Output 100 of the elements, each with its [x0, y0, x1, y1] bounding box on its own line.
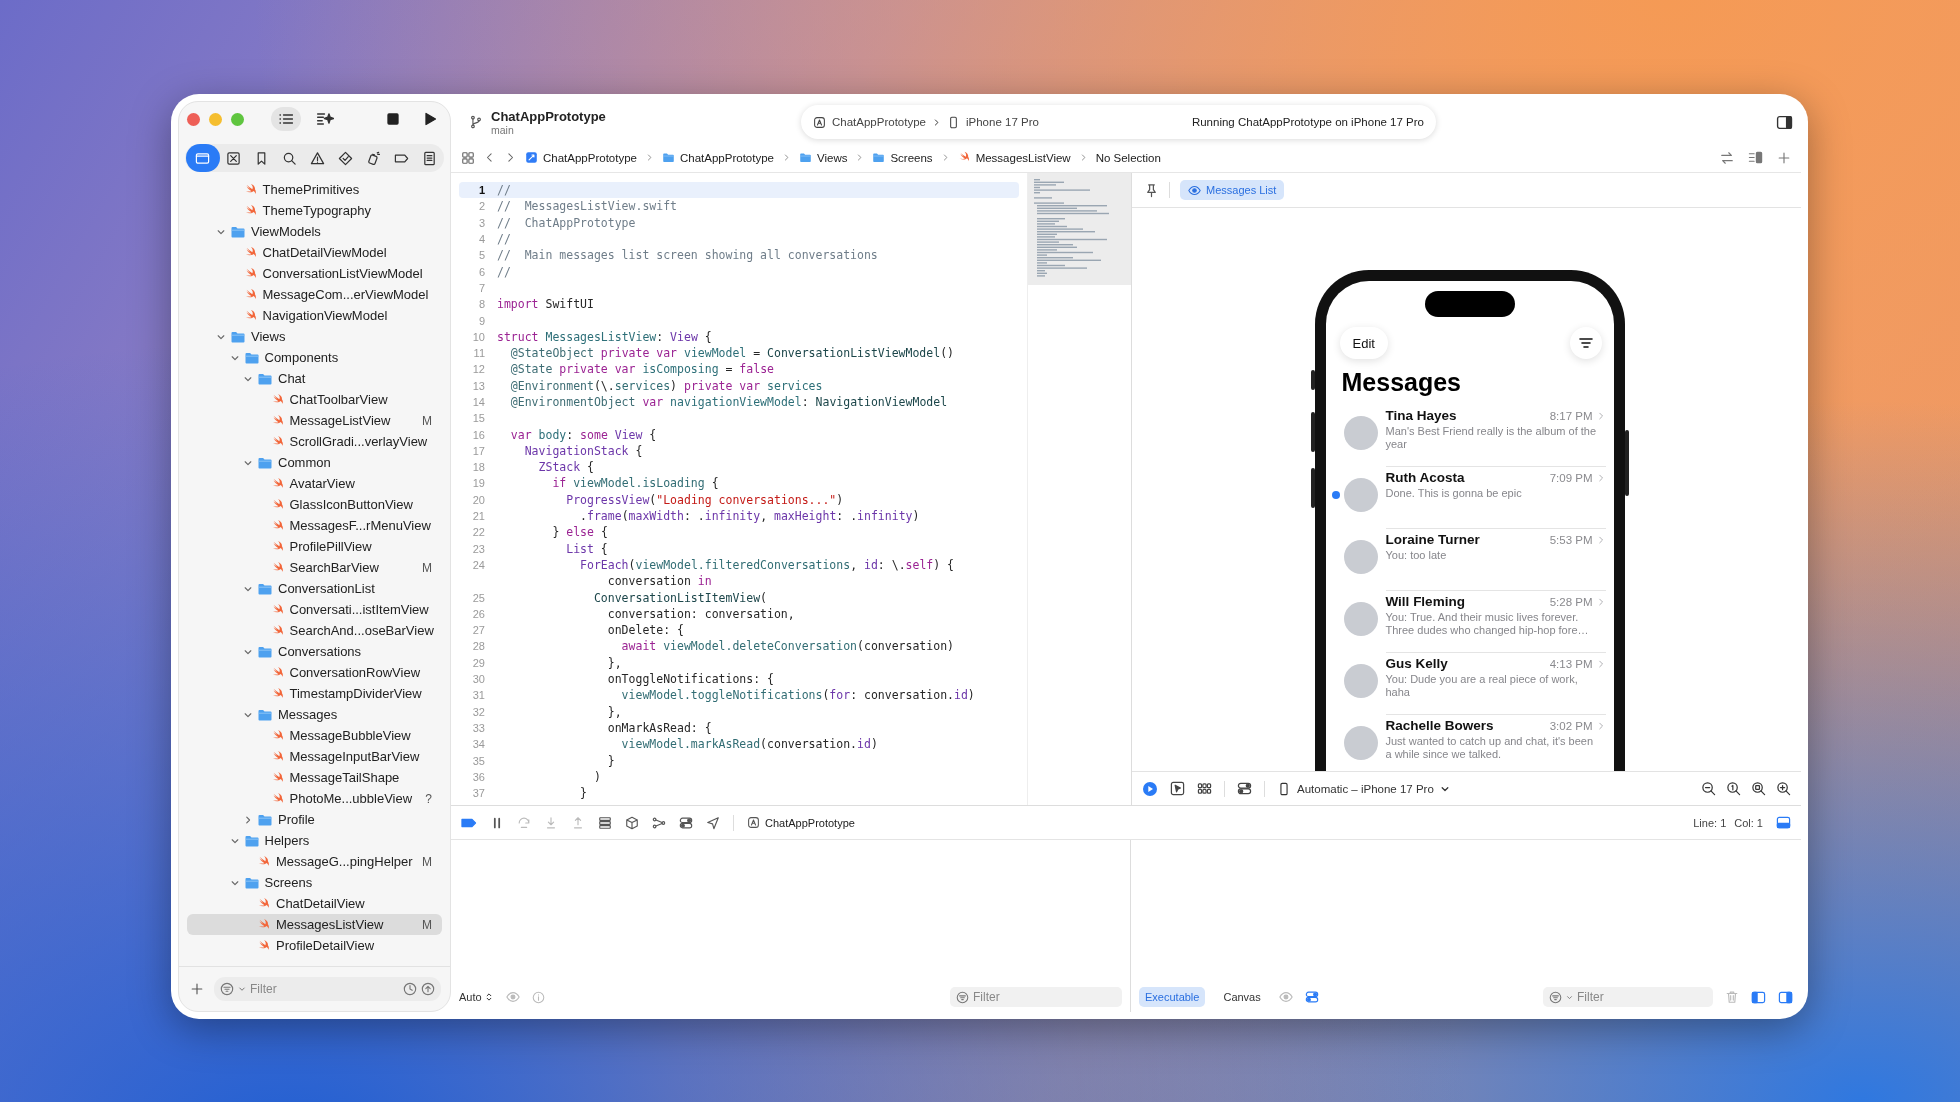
document-icon[interactable] — [421, 150, 437, 166]
square-x-icon[interactable] — [226, 150, 242, 166]
pin-icon[interactable] — [1144, 182, 1159, 198]
diamond-check-icon[interactable] — [337, 150, 353, 166]
file-item[interactable]: TimestampDividerView — [187, 683, 442, 704]
panel-icon[interactable] — [1776, 815, 1791, 830]
file-item[interactable]: ThemePrimitives — [187, 179, 442, 200]
editor-options-icon[interactable] — [1748, 150, 1763, 165]
play-icon[interactable] — [422, 111, 438, 127]
spray-can-icon[interactable] — [365, 150, 381, 166]
upload-icon[interactable] — [421, 982, 435, 996]
breadcrumb[interactable]: ChatAppPrototype — [662, 151, 774, 164]
file-item[interactable]: MessageG...pingHelper M — [187, 851, 442, 872]
zoom-in-icon[interactable] — [1776, 781, 1791, 796]
layers-icon[interactable] — [598, 815, 612, 830]
auto-popup[interactable]: Auto — [459, 991, 494, 1003]
chevron-icon[interactable] — [243, 814, 253, 825]
scheme-button[interactable]: ChatAppPrototype — [813, 115, 926, 129]
folder-icon[interactable] — [195, 150, 211, 166]
file-item[interactable]: MessagesF...rMenuView — [187, 515, 442, 536]
filter-input[interactable]: Filter — [973, 990, 1116, 1004]
folder-item[interactable]: Chat — [187, 368, 442, 389]
file-item[interactable]: ThemeTypography — [187, 200, 442, 221]
file-item[interactable]: MessageCom...erViewModel — [187, 284, 442, 305]
toggles-icon[interactable] — [1237, 781, 1252, 796]
folder-item[interactable]: Messages — [187, 704, 442, 725]
cube-icon[interactable] — [625, 815, 639, 830]
file-item[interactable]: ProfilePillView — [187, 536, 442, 557]
file-item[interactable]: ConversationRowView — [187, 662, 442, 683]
filter-input[interactable]: Filter — [1577, 990, 1707, 1004]
left-panel-icon[interactable] — [1751, 989, 1766, 1005]
conversation-row[interactable]: Loraine Turner 5:53 PM You: too late — [1325, 529, 1614, 591]
scope-tab[interactable]: Canvas — [1217, 987, 1267, 1007]
grid-icon[interactable] — [1197, 781, 1212, 796]
file-item[interactable]: MessageListView M — [187, 410, 442, 431]
conversation-row[interactable]: Gus Kelly 4:13 PM You: Dude you are a real piece of work, haha — [1325, 653, 1614, 715]
breadcrumb[interactable]: No Selection — [1095, 151, 1161, 164]
file-item[interactable]: SearchAnd...oseBarView — [187, 620, 442, 641]
filter-field[interactable]: Filter — [214, 977, 441, 1001]
file-item[interactable]: MessageInputBarView — [187, 746, 442, 767]
plus-icon[interactable] — [190, 982, 204, 996]
zoom-to-fit-icon[interactable] — [1751, 781, 1766, 796]
breadcrumb[interactable]: ChatAppPrototype — [525, 151, 637, 164]
close-button[interactable] — [187, 112, 200, 126]
zoom-out-icon[interactable] — [1701, 781, 1716, 796]
folder-item[interactable]: Views — [187, 326, 442, 347]
edit-button[interactable]: Edit — [1339, 327, 1388, 359]
filter-icon[interactable] — [1577, 335, 1594, 351]
folder-item[interactable]: Common — [187, 452, 442, 473]
breadcrumb[interactable]: Views — [798, 151, 848, 164]
graph-icon[interactable] — [652, 815, 666, 830]
folder-item[interactable]: Profile — [187, 809, 442, 830]
preview-tab[interactable]: Messages List — [1180, 180, 1285, 200]
file-item[interactable]: ScrollGradi...verlayView — [187, 431, 442, 452]
conversation-row[interactable]: Ruth Acosta 7:09 PM Done. This is gonna be epic — [1325, 467, 1614, 529]
file-item[interactable]: MessageBubbleView — [187, 725, 442, 746]
warning-icon[interactable] — [310, 150, 325, 166]
filter-input[interactable]: Filter — [250, 982, 399, 996]
breadcrumb[interactable]: Screens — [872, 151, 933, 164]
file-item[interactable]: ProfileDetailView — [187, 935, 442, 956]
file-item[interactable]: GlassIconButtonView — [187, 494, 442, 515]
inspector-toggle-icon[interactable] — [1776, 113, 1793, 131]
right-panel-icon[interactable] — [1778, 989, 1793, 1005]
breadcrumb[interactable]: MessagesListView — [957, 151, 1071, 164]
toggles-icon[interactable] — [679, 815, 693, 830]
clock-icon[interactable] — [403, 982, 417, 996]
filter-button[interactable] — [1569, 327, 1602, 359]
file-item[interactable]: Conversati...istItemView — [187, 599, 442, 620]
folder-item[interactable]: Conversations — [187, 641, 442, 662]
folder-item[interactable]: Screens — [187, 872, 442, 893]
file-item[interactable]: NavigationViewModel — [187, 305, 442, 326]
stop-icon[interactable] — [385, 111, 401, 127]
branch-icon[interactable] — [469, 115, 483, 129]
filter-field[interactable]: Filter — [950, 987, 1122, 1007]
cursor-icon[interactable] — [1170, 781, 1185, 796]
file-item[interactable]: ChatDetailView — [187, 893, 442, 914]
file-item[interactable]: MessagesListView M — [187, 914, 442, 935]
folder-item[interactable]: ConversationList — [187, 578, 442, 599]
eye-icon[interactable] — [1188, 183, 1201, 197]
device-menu[interactable]: Automatic – iPhone 17 Pro — [1277, 781, 1450, 796]
folder-item[interactable]: ViewModels — [187, 221, 442, 242]
swap-icon[interactable] — [1720, 150, 1734, 165]
filter-field[interactable]: Filter — [1543, 987, 1713, 1007]
conversation-row[interactable]: Will Fleming 5:28 PM You: True. And their music lives forever. Three dudes who changed hip-hop fore… — [1325, 591, 1614, 653]
file-item[interactable]: MessageTailShape — [187, 767, 442, 788]
toggles-icon[interactable] — [1304, 990, 1319, 1004]
actual-size-icon[interactable] — [1726, 781, 1741, 796]
file-item[interactable]: AvatarView — [187, 473, 442, 494]
run-destination-button[interactable]: iPhone 17 Pro — [947, 115, 1039, 129]
file-item[interactable]: SearchBarView M — [187, 557, 442, 578]
folder-item[interactable]: Helpers — [187, 830, 442, 851]
conversation-row[interactable]: Tina Hayes 8:17 PM Man's Best Friend really is the album of the year — [1325, 405, 1614, 467]
sidebar-toggle-button[interactable] — [271, 107, 301, 131]
scope-tab[interactable]: Executable — [1139, 987, 1206, 1007]
conversation-row[interactable]: Rachelle Bowers 3:02 PM Just wanted to catch up and chat, it's been a while since we talked. — [1325, 715, 1614, 771]
file-item[interactable]: ConversationListViewModel — [187, 263, 442, 284]
folder-item[interactable]: Components — [187, 347, 442, 368]
list-icon[interactable] — [278, 111, 294, 127]
file-item[interactable]: ChatToolbarView — [187, 389, 442, 410]
file-item[interactable]: ChatDetailViewModel — [187, 242, 442, 263]
